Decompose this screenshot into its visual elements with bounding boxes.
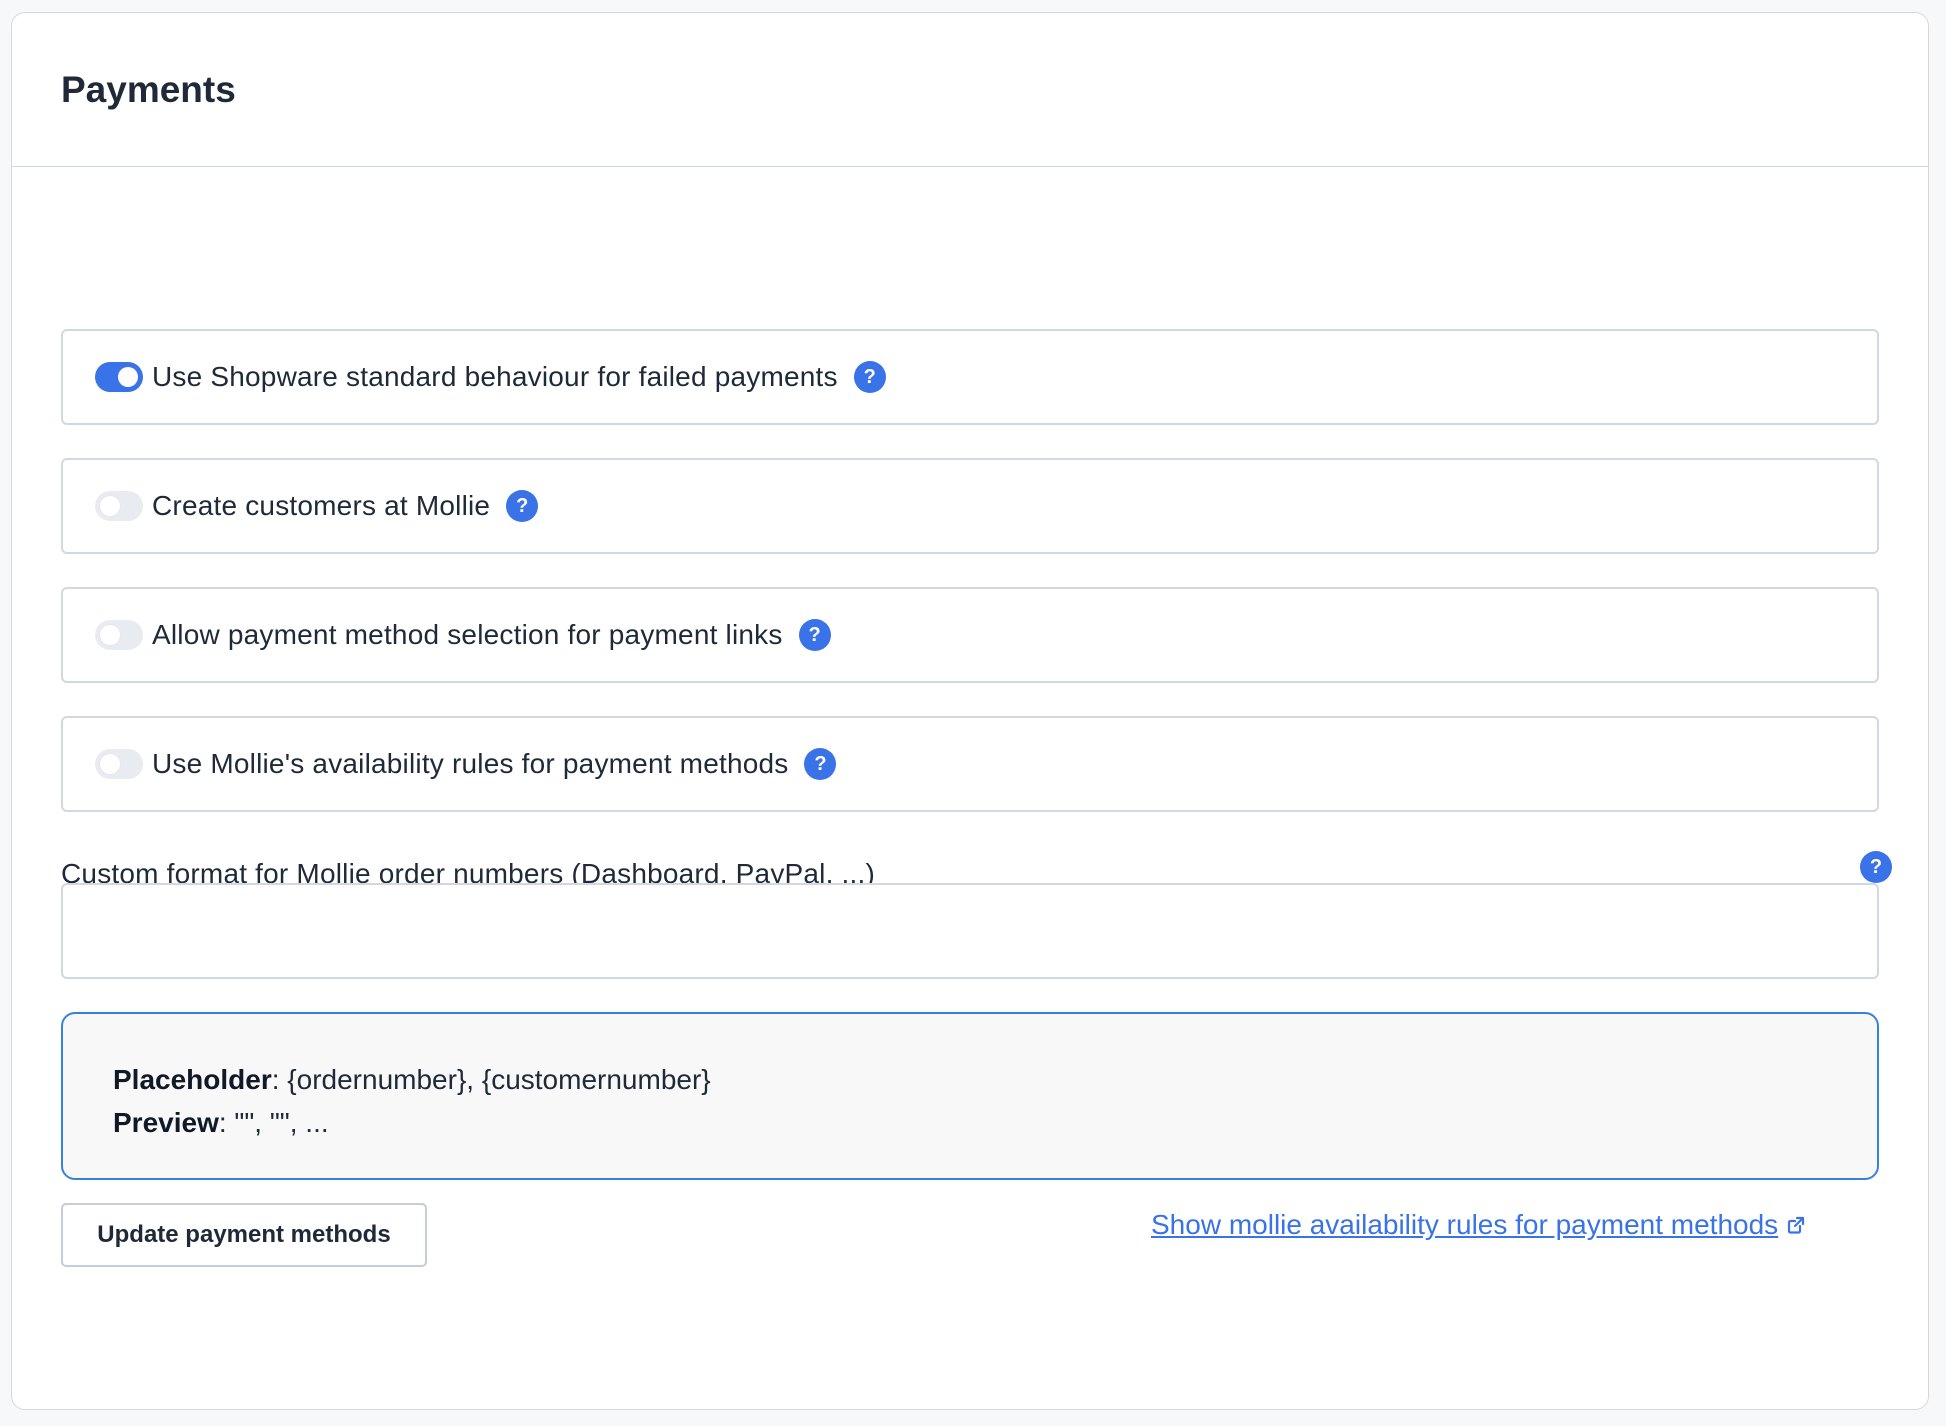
switch-label-payment-link-selection: Allow payment method selection for payme…: [152, 619, 783, 650]
switch-label-availability-rules: Use Mollie's availability rules for paym…: [152, 748, 789, 779]
placeholder-info-box: Placeholder: {ordernumber}, {customernum…: [61, 1012, 1879, 1180]
toggle-failed-payments[interactable]: [95, 362, 143, 392]
toggle-create-customers[interactable]: [95, 491, 143, 521]
preview-value: : "", "", ...: [218, 1107, 329, 1138]
toggle-availability-rules[interactable]: [95, 749, 143, 779]
availability-rules-link[interactable]: Show mollie availability rules for payme…: [1151, 1209, 1806, 1241]
card-title: Payments: [61, 68, 236, 110]
toggle-knob: [118, 367, 138, 387]
toggle-knob: [100, 625, 120, 645]
help-icon[interactable]: ?: [506, 490, 539, 522]
card-header: Payments: [12, 13, 1928, 167]
switch-field-payment-link-selection: Allow payment method selection for payme…: [61, 587, 1879, 683]
placeholder-line: Placeholder: {ordernumber}, {customernum…: [113, 1058, 1827, 1101]
order-format-input[interactable]: [61, 883, 1879, 979]
preview-line: Preview: "", "", ...: [113, 1101, 1827, 1144]
switch-field-create-customers: Create customers at Mollie ?: [61, 458, 1879, 554]
help-icon[interactable]: ?: [798, 619, 831, 651]
toggle-knob: [100, 496, 120, 516]
switch-label-failed-payments: Use Shopware standard behaviour for fail…: [152, 361, 838, 392]
help-icon[interactable]: ?: [804, 748, 837, 780]
update-payment-methods-button[interactable]: Update payment methods: [61, 1203, 427, 1267]
toggle-knob: [100, 754, 120, 774]
placeholder-value: : {ordernumber}, {customernumber}: [271, 1064, 711, 1095]
preview-label: Preview: [113, 1107, 219, 1138]
payments-card: Payments Use Shopware standard behaviour…: [11, 12, 1929, 1410]
availability-rules-link-text: Show mollie availability rules for payme…: [1151, 1209, 1779, 1240]
switch-label-create-customers: Create customers at Mollie: [152, 490, 491, 521]
switch-field-failed-payments: Use Shopware standard behaviour for fail…: [61, 329, 1879, 425]
placeholder-label: Placeholder: [113, 1064, 272, 1095]
external-link-icon: [1788, 1216, 1805, 1234]
toggle-payment-link-selection[interactable]: [95, 620, 143, 650]
help-icon[interactable]: ?: [1860, 851, 1892, 883]
switch-field-availability-rules: Use Mollie's availability rules for paym…: [61, 716, 1879, 812]
help-icon[interactable]: ?: [853, 361, 886, 393]
